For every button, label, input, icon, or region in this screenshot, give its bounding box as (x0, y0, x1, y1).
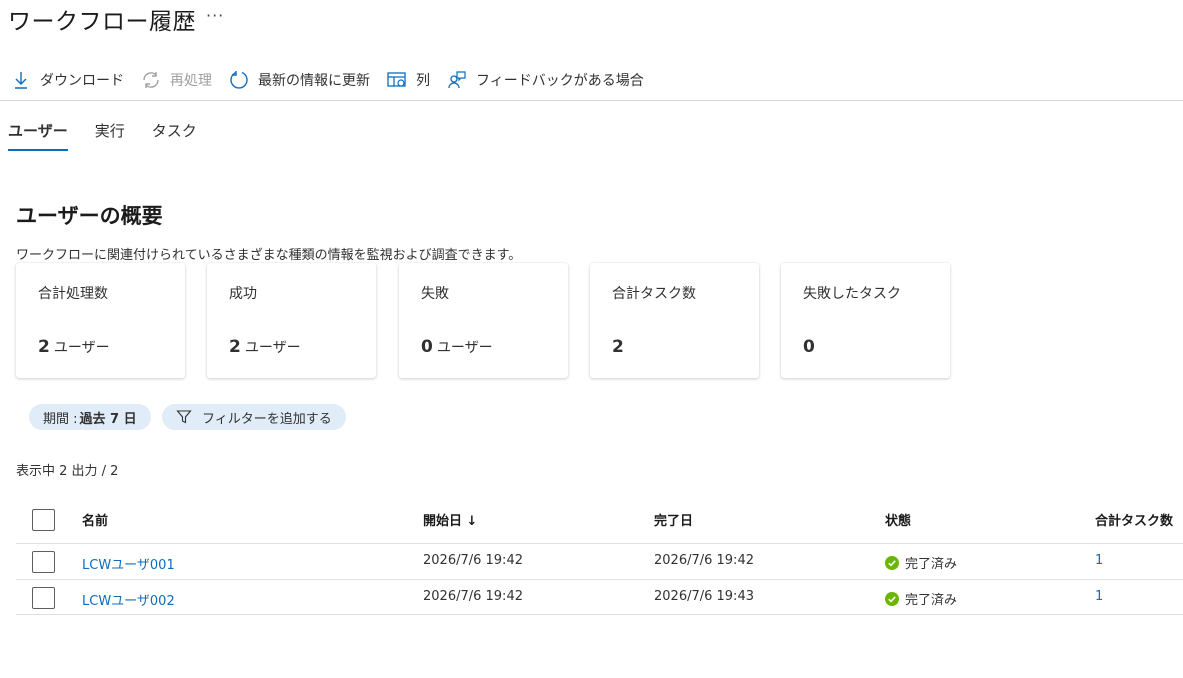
command-bar: ダウンロード 再処理 最新の情報に更新 列 フィードバックがある場合 (10, 66, 660, 94)
more-options-button[interactable]: ··· (206, 6, 224, 25)
summary-card-failed-tasks: 失敗したタスク 0 (781, 263, 950, 378)
card-value: 2 ユーザー (229, 337, 301, 357)
end-date-cell: 2026/7/6 19:43 (654, 589, 754, 604)
feedback-icon (446, 69, 468, 91)
status-label: 完了済み (905, 593, 958, 608)
column-header-end-date[interactable]: 完了日 (654, 510, 693, 529)
status-cell: 完了済み (885, 553, 957, 572)
period-filter-label: 期間 : (43, 411, 78, 427)
tab-list: ユーザー 実行 タスク (8, 120, 224, 151)
download-button[interactable]: ダウンロード (10, 69, 124, 91)
section-title: ユーザーの概要 (16, 204, 163, 228)
summary-card-total-processed: 合計処理数 2 ユーザー (16, 263, 185, 378)
section-description: ワークフローに関連付けられているさまざまな種類の情報を監視および調査できます。 (16, 248, 522, 263)
download-label: ダウンロード (40, 73, 124, 89)
user-name-link[interactable]: LCWユーザ002 (82, 590, 175, 609)
card-label: 失敗 (421, 286, 449, 302)
row-checkbox[interactable] (32, 587, 55, 609)
column-header-total-tasks[interactable]: 合計タスク数 (1095, 510, 1173, 529)
summary-card-total-tasks: 合計タスク数 2 (590, 263, 759, 378)
column-header-start-date[interactable]: 開始日 ↓ (423, 510, 477, 529)
results-table: 名前 開始日 ↓ 完了日 状態 合計タスク数 LCWユーザ001 2026/7/… (16, 498, 1183, 615)
success-check-icon (885, 591, 899, 606)
refresh-label: 最新の情報に更新 (258, 73, 370, 89)
start-date-cell: 2026/7/6 19:42 (423, 589, 523, 604)
card-value: 0 (803, 337, 815, 357)
start-date-cell: 2026/7/6 19:42 (423, 553, 523, 568)
columns-icon (386, 69, 408, 91)
card-label: 合計処理数 (38, 286, 108, 302)
feedback-label: フィードバックがある場合 (476, 73, 644, 89)
end-date-cell: 2026/7/6 19:42 (654, 553, 754, 568)
tab-users[interactable]: ユーザー (8, 120, 68, 151)
total-tasks-link[interactable]: 1 (1095, 553, 1103, 568)
card-value: 2 (612, 337, 624, 357)
total-tasks-link[interactable]: 1 (1095, 589, 1103, 604)
period-filter-pill[interactable]: 期間 : 過去 7 日 (29, 404, 151, 430)
page-title: ワークフロー履歴 (8, 9, 196, 35)
filter-icon (176, 409, 192, 425)
card-label: 成功 (229, 286, 257, 302)
toolbar-divider (0, 100, 1183, 101)
card-label: 失敗したタスク (803, 286, 901, 302)
status-cell: 完了済み (885, 589, 957, 608)
period-filter-value: 過去 7 日 (79, 411, 137, 427)
add-filter-button[interactable]: フィルターを追加する (162, 404, 346, 430)
tab-runs[interactable]: 実行 (95, 120, 125, 151)
refresh-icon (228, 69, 250, 91)
reprocess-button[interactable]: 再処理 (140, 69, 212, 91)
card-value: 0 ユーザー (421, 337, 493, 357)
column-header-name[interactable]: 名前 (82, 510, 108, 529)
columns-button[interactable]: 列 (386, 69, 430, 91)
add-filter-label: フィルターを追加する (202, 411, 332, 427)
columns-label: 列 (416, 73, 430, 89)
summary-card-failed: 失敗 0 ユーザー (399, 263, 568, 378)
refresh-button[interactable]: 最新の情報に更新 (228, 69, 370, 91)
column-header-status[interactable]: 状態 (885, 510, 911, 529)
user-name-link[interactable]: LCWユーザ001 (82, 554, 175, 573)
success-check-icon (885, 555, 899, 570)
tab-tasks[interactable]: タスク (152, 120, 197, 151)
row-checkbox[interactable] (32, 551, 55, 573)
table-row: LCWユーザ002 2026/7/6 19:42 2026/7/6 19:43 … (16, 579, 1183, 615)
refresh-icon (140, 69, 162, 91)
card-label: 合計タスク数 (612, 286, 696, 302)
feedback-button[interactable]: フィードバックがある場合 (446, 69, 644, 91)
table-header-row: 名前 開始日 ↓ 完了日 状態 合計タスク数 (16, 498, 1183, 543)
results-count: 表示中 2 出力 / 2 (16, 464, 119, 479)
download-icon (10, 69, 32, 91)
summary-card-success: 成功 2 ユーザー (207, 263, 376, 378)
reprocess-label: 再処理 (170, 73, 212, 89)
select-all-checkbox[interactable] (32, 509, 55, 531)
card-value: 2 ユーザー (38, 337, 110, 357)
table-row: LCWユーザ001 2026/7/6 19:42 2026/7/6 19:42 … (16, 543, 1183, 579)
status-label: 完了済み (905, 557, 958, 572)
